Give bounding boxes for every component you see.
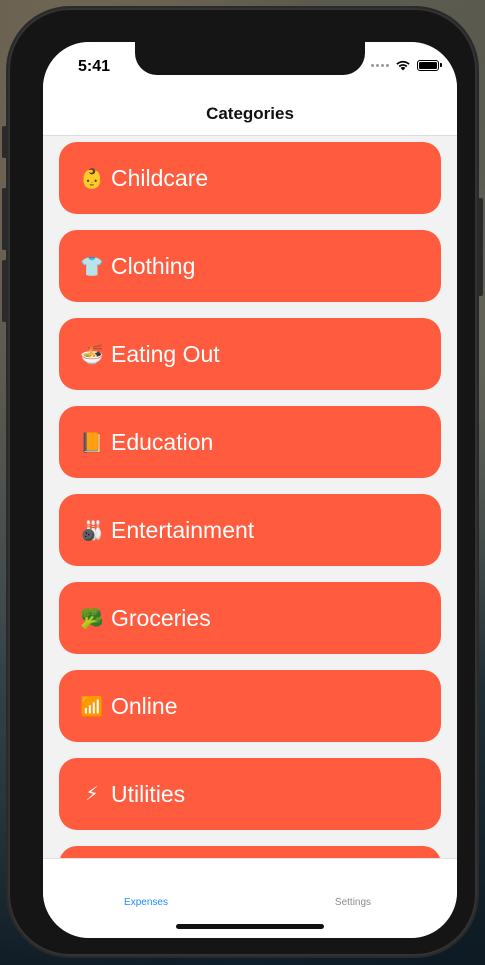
wifi-icon: [396, 60, 410, 71]
category-list[interactable]: 👶 Childcare 👕 Clothing 🍜 Eating Out 📙 Ed…: [43, 136, 457, 858]
page-title: Categories: [206, 103, 294, 123]
lightning-icon: ⚡: [85, 783, 99, 805]
category-label: Entertainment: [111, 516, 255, 543]
category-button-education[interactable]: 📙 Education: [59, 406, 441, 478]
status-time: 5:41: [78, 58, 111, 75]
signal-dots-icon: [371, 63, 389, 67]
shirt-icon: 👕: [80, 255, 104, 278]
app-screen: 5:41 Categories 👶 Childcare 👕 Clothing 🍜…: [43, 42, 457, 938]
category-button-utilities[interactable]: ⚡ Utilities: [59, 758, 441, 830]
noodle-bowl-icon: 🍜: [80, 343, 104, 366]
signal-bars-icon: 📶: [80, 695, 104, 718]
volume-down-button: [2, 260, 7, 322]
volume-up-button: [2, 188, 7, 250]
phone-frame: 5:41 Categories 👶 Childcare 👕 Clothing 🍜…: [2, 8, 483, 956]
power-button: [478, 198, 483, 296]
book-icon: 📙: [80, 431, 104, 454]
mute-switch: [2, 126, 7, 158]
category-label: Online: [111, 692, 178, 719]
battery-icon: [417, 59, 442, 71]
notch: [135, 42, 365, 75]
category-label: Clothing: [111, 252, 196, 279]
category-label: Eating Out: [111, 340, 220, 367]
category-button-online[interactable]: 📶 Online: [59, 670, 441, 742]
category-button-partial[interactable]: [59, 846, 441, 858]
category-label: Childcare: [111, 164, 209, 191]
category-label: Education: [111, 428, 214, 455]
category-button-clothing[interactable]: 👕 Clothing: [59, 230, 441, 302]
broccoli-icon: 🥦: [80, 607, 104, 630]
bowling-icon: 🎳: [80, 519, 104, 542]
category-button-groceries[interactable]: 🥦 Groceries: [59, 582, 441, 654]
status-icons: [371, 59, 442, 71]
tab-settings[interactable]: Settings: [293, 897, 413, 908]
navigation-bar: Categories: [43, 92, 457, 136]
home-indicator[interactable]: [176, 924, 324, 929]
category-label: Utilities: [111, 780, 186, 807]
category-button-entertainment[interactable]: 🎳 Entertainment: [59, 494, 441, 566]
category-button-childcare[interactable]: 👶 Childcare: [59, 142, 441, 214]
category-label: Groceries: [111, 604, 211, 631]
baby-icon: 👶: [80, 167, 104, 190]
tab-expenses[interactable]: Expenses: [86, 897, 206, 908]
category-button-eating-out[interactable]: 🍜 Eating Out: [59, 318, 441, 390]
